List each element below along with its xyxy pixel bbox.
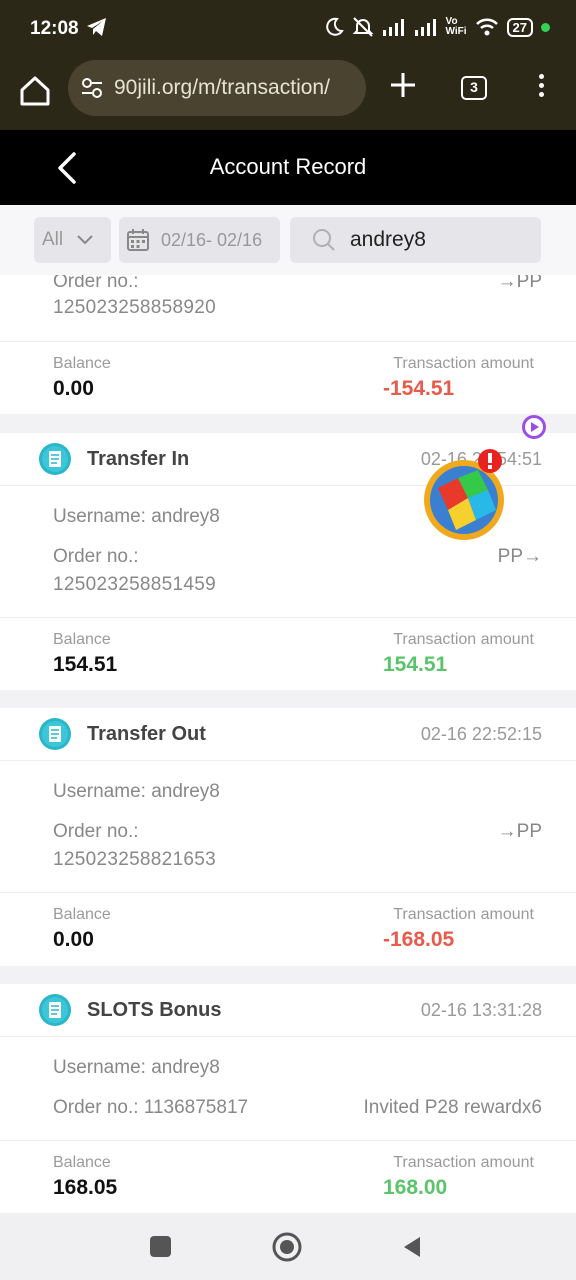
order-label: Order no.: bbox=[53, 275, 139, 292]
amount-value: -154.51 bbox=[383, 377, 455, 400]
date-range-text: 02/16- 02/16 bbox=[161, 229, 263, 250]
mute-icon bbox=[352, 17, 373, 37]
balance-value: 0.00 bbox=[53, 928, 94, 951]
play-icon[interactable] bbox=[521, 414, 547, 440]
amount-label: Transaction amount bbox=[393, 906, 534, 923]
amount-value: 154.51 bbox=[383, 653, 448, 676]
record-card[interactable]: SLOTS Bonus 02-16 13:31:28 Username: and… bbox=[0, 984, 576, 1140]
search-input[interactable] bbox=[350, 228, 530, 252]
notification-dot-icon bbox=[541, 22, 550, 32]
record-time: 02-16 13:31:28 bbox=[420, 1000, 542, 1020]
record-title: SLOTS Bonus bbox=[87, 999, 222, 1021]
record-balance-row: Balance 154.51 Transaction amount 154.51 bbox=[0, 618, 576, 690]
browser-toolbar: 90jili.org/m/transaction/ 3 bbox=[0, 58, 576, 130]
record-balance-row: Balance 168.05 Transaction amount 168.00 bbox=[0, 1141, 576, 1213]
transfer-direction: PP→ bbox=[497, 546, 542, 567]
date-range-picker[interactable]: 02/16- 02/16 bbox=[119, 217, 280, 263]
chevron-down-icon bbox=[77, 235, 93, 245]
order-number: Order no.: 1136875817 bbox=[53, 1097, 249, 1118]
receipt-icon bbox=[39, 443, 71, 475]
moon-icon bbox=[325, 17, 344, 36]
transfer-direction: →PP bbox=[497, 275, 542, 292]
status-time: 12:08 bbox=[30, 18, 79, 39]
url-bar[interactable]: 90jili.org/m/transaction/ bbox=[68, 60, 366, 116]
app-header: Account Record bbox=[0, 130, 576, 205]
record-balance-row: Balance 0.00 Transaction amount -154.51 bbox=[0, 342, 576, 414]
record-balance-row: Balance 0.00 Transaction amount -168.05 bbox=[0, 893, 576, 966]
battery-icon: 27 bbox=[506, 17, 533, 37]
record-time: 02-16 22:52:15 bbox=[420, 724, 542, 744]
balance-value: 154.51 bbox=[53, 653, 118, 676]
balance-label: Balance bbox=[53, 355, 111, 372]
order-number: 125023258858920 bbox=[53, 297, 217, 318]
telegram-icon bbox=[87, 18, 106, 36]
receipt-icon bbox=[39, 718, 71, 750]
page-title: Account Record bbox=[209, 154, 367, 179]
balance-value: 0.00 bbox=[53, 377, 94, 400]
search-box[interactable] bbox=[290, 217, 541, 263]
system-nav-bar bbox=[0, 1213, 576, 1280]
url-text: 90jili.org/m/transaction/ bbox=[114, 76, 330, 99]
volte-label: Vo WiFi bbox=[445, 16, 467, 37]
site-settings-icon[interactable] bbox=[80, 76, 104, 100]
receipt-icon bbox=[39, 994, 71, 1026]
transfer-direction: →PP bbox=[497, 821, 542, 842]
username-text: Username: andrey8 bbox=[53, 781, 220, 802]
amount-value: -168.05 bbox=[383, 928, 455, 951]
more-menu-icon[interactable] bbox=[533, 74, 549, 104]
floating-game-icon[interactable] bbox=[418, 448, 510, 543]
calendar-icon bbox=[127, 229, 149, 251]
signal-icon bbox=[382, 19, 404, 36]
search-icon bbox=[313, 229, 335, 251]
divider bbox=[0, 1036, 576, 1037]
record-title: Transfer Out bbox=[87, 723, 206, 745]
balance-label: Balance bbox=[53, 631, 111, 648]
order-number: 125023258821653 bbox=[53, 849, 217, 870]
wifi-icon bbox=[475, 18, 498, 36]
username-text: Username: andrey8 bbox=[53, 1057, 220, 1078]
home-icon[interactable] bbox=[18, 74, 52, 108]
divider bbox=[0, 760, 576, 761]
record-card: Order no.: 125023258858920 →PP bbox=[0, 275, 576, 341]
recent-apps-icon[interactable] bbox=[150, 1236, 171, 1257]
amount-label: Transaction amount bbox=[393, 631, 534, 648]
type-filter-dropdown[interactable]: All bbox=[34, 217, 111, 263]
amount-label: Transaction amount bbox=[393, 1154, 534, 1171]
balance-label: Balance bbox=[53, 1154, 111, 1171]
new-tab-icon[interactable] bbox=[388, 70, 418, 100]
order-number: 125023258851459 bbox=[53, 574, 217, 595]
signal-icon-2 bbox=[414, 19, 436, 36]
username-text: Username: andrey8 bbox=[53, 506, 220, 527]
back-button-icon[interactable] bbox=[400, 1235, 424, 1259]
home-button-icon[interactable] bbox=[272, 1232, 302, 1262]
record-card[interactable]: Transfer Out 02-16 22:52:15 Username: an… bbox=[0, 708, 576, 892]
status-icons: Vo WiFi 27 bbox=[324, 16, 550, 38]
filter-bar: All 02/16- 02/16 bbox=[0, 205, 576, 275]
status-bar: 12:08 Vo WiFi 27 bbox=[0, 0, 576, 58]
amount-label: Transaction amount bbox=[393, 355, 534, 372]
order-label: Order no.: bbox=[53, 821, 139, 842]
record-note: Invited P28 rewardx6 bbox=[363, 1097, 543, 1118]
balance-label: Balance bbox=[53, 906, 111, 923]
order-label: Order no.: bbox=[53, 546, 139, 567]
type-filter-label: All bbox=[42, 229, 64, 250]
record-title: Transfer In bbox=[87, 448, 190, 470]
balance-value: 168.05 bbox=[53, 1176, 118, 1199]
tab-switcher-button[interactable]: 3 bbox=[461, 76, 487, 100]
record-list[interactable]: Order no.: 125023258858920 →PP Balance 0… bbox=[0, 275, 576, 1213]
amount-value: 168.00 bbox=[383, 1176, 448, 1199]
